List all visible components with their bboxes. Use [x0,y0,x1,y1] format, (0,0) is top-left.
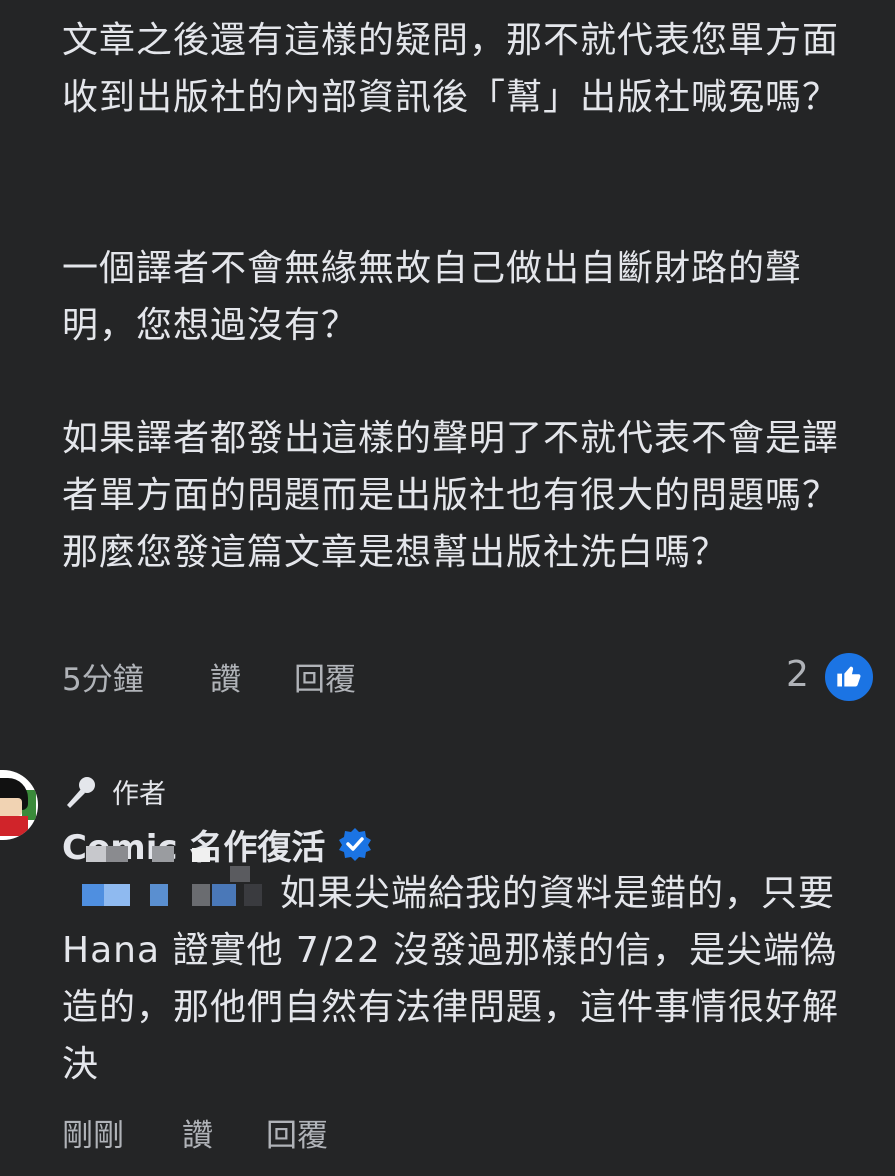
reply-button[interactable]: 回覆 [294,654,356,699]
author-badge: 作者 [62,772,166,811]
reply-like-button[interactable]: 讚 [182,1110,266,1155]
author-badge-label: 作者 [112,779,166,810]
thumbs-up-icon[interactable] [822,650,876,704]
like-button[interactable]: 讚 [210,654,294,699]
reply-timestamp[interactable]: 剛剛 [62,1110,182,1155]
comment-paragraph-3: 如果譯者都發出這樣的聲明了不就代表不會是譯者單方面的問題而是出版社也有很大的問題… [62,418,840,573]
microphone-icon [67,776,95,808]
reply-actions: 剛剛 讚 回覆 [62,1110,328,1155]
reaction-count[interactable]: 2 [786,654,809,695]
comment-actions: 5分鐘 讚 回覆 [62,654,356,699]
reply-reply-button[interactable]: 回覆 [266,1110,328,1155]
verified-badge-icon [339,828,372,861]
comment-timestamp[interactable]: 5分鐘 [62,654,210,699]
reply-text: 如果尖端給我的資料是錯的，只要 Hana 證實他 7/22 沒發過那樣的信，是尖… [62,873,848,1085]
author-avatar[interactable] [0,770,38,840]
comment-paragraph-1: 文章之後還有這樣的疑問，那不就代表您單方面收到出版社的內部資訊後「幫」出版社喊冤… [62,20,840,118]
comment-paragraph-2: 一個譯者不會無緣無故自己做出自斷財路的聲明，您想過沒有？ [62,248,803,346]
